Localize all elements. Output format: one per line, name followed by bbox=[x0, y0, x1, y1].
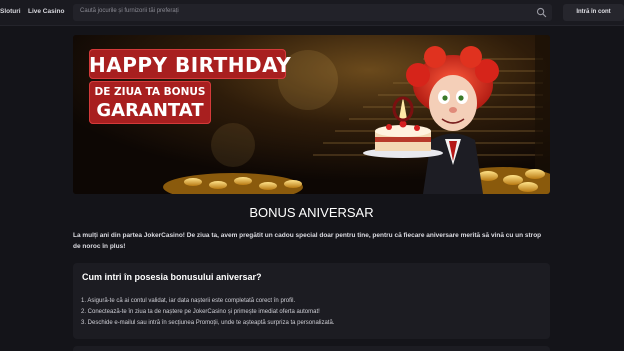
happy-birthday-label: HAPPY BIRTHDAY bbox=[89, 49, 292, 79]
intro-text: La mulți ani din partea JokerCasino! De … bbox=[73, 232, 542, 250]
search-placeholder: Caută jocurile și furnizorii tăi prefera… bbox=[80, 8, 179, 14]
page-title: BONUS ANIVERSAR bbox=[249, 205, 374, 220]
step-item: 2. Conectează-te în ziua ta de naștere p… bbox=[81, 309, 320, 315]
search-input[interactable]: Caută jocurile și furnizorii tăi prefera… bbox=[73, 4, 552, 21]
search-icon[interactable] bbox=[536, 7, 547, 18]
login-button[interactable]: Intră în cont bbox=[563, 4, 624, 21]
how-to-card: Cum intri în posesia bonusului aniversar… bbox=[73, 263, 550, 339]
top-bar: Sloturi Live Casino Caută jocurile și fu… bbox=[0, 0, 624, 26]
garantat-text: GARANTAT bbox=[96, 100, 204, 121]
card-title: Cum intri în posesia bonusului aniversar… bbox=[82, 272, 262, 282]
nav-sloturi[interactable]: Sloturi bbox=[0, 8, 21, 15]
steps-list: 1. Asigură-te că ai contul validat, iar … bbox=[81, 296, 334, 329]
nav-live-casino[interactable]: Live Casino bbox=[28, 8, 64, 15]
happy-birthday-text: HAPPY BIRTHDAY bbox=[89, 53, 292, 77]
birthday-banner[interactable]: HAPPY BIRTHDAY DE ZIUA TA BONUS GARANTAT bbox=[73, 35, 550, 194]
bonus-garantat-label: DE ZIUA TA BONUS GARANTAT bbox=[89, 81, 211, 124]
next-card bbox=[73, 346, 550, 351]
step-item: 1. Asigură-te că ai contul validat, iar … bbox=[81, 298, 296, 304]
step-item: 3. Deschide e-mailul sau intră în secțiu… bbox=[81, 320, 335, 326]
de-ziua-ta-text: DE ZIUA TA BONUS bbox=[94, 86, 206, 98]
